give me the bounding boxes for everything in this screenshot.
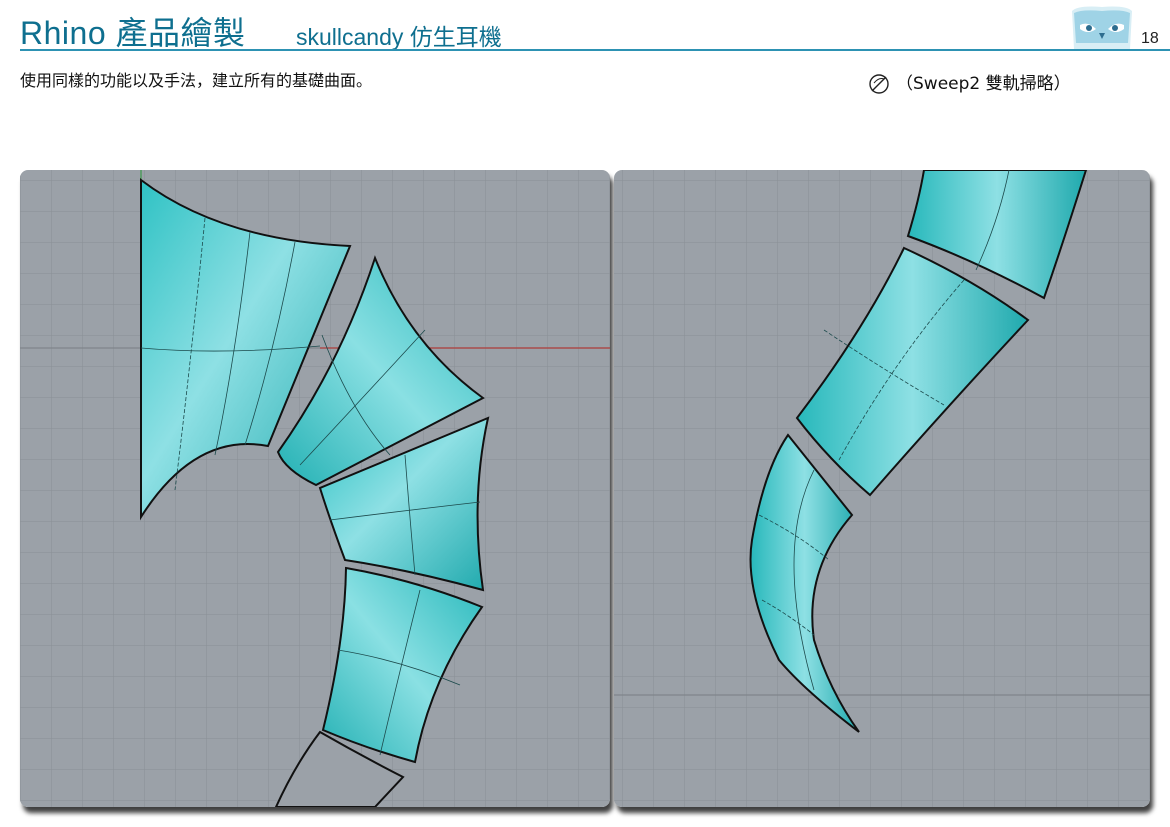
page-title: Rhino 產品繪製 — [20, 15, 246, 51]
right-viewport[interactable] — [614, 170, 1150, 807]
instruction-text: 使用同樣的功能以及手法，建立所有的基礎曲面。 — [20, 71, 373, 90]
left-viewport[interactable] — [20, 170, 610, 807]
page-subtitle: skullcandy 仿生耳機 — [296, 24, 502, 50]
command-text: （Sweep2 雙軌掃略） — [896, 74, 1071, 94]
sweep2-icon — [869, 74, 889, 94]
owl-logo-icon — [1072, 6, 1132, 49]
page-header: Rhino 產品繪製 skullcandy 仿生耳機 18 — [0, 0, 1170, 52]
header-divider — [20, 49, 1170, 51]
command-label: （Sweep2 雙軌掃略） — [868, 73, 1071, 95]
page-number: 18 — [1141, 30, 1159, 47]
